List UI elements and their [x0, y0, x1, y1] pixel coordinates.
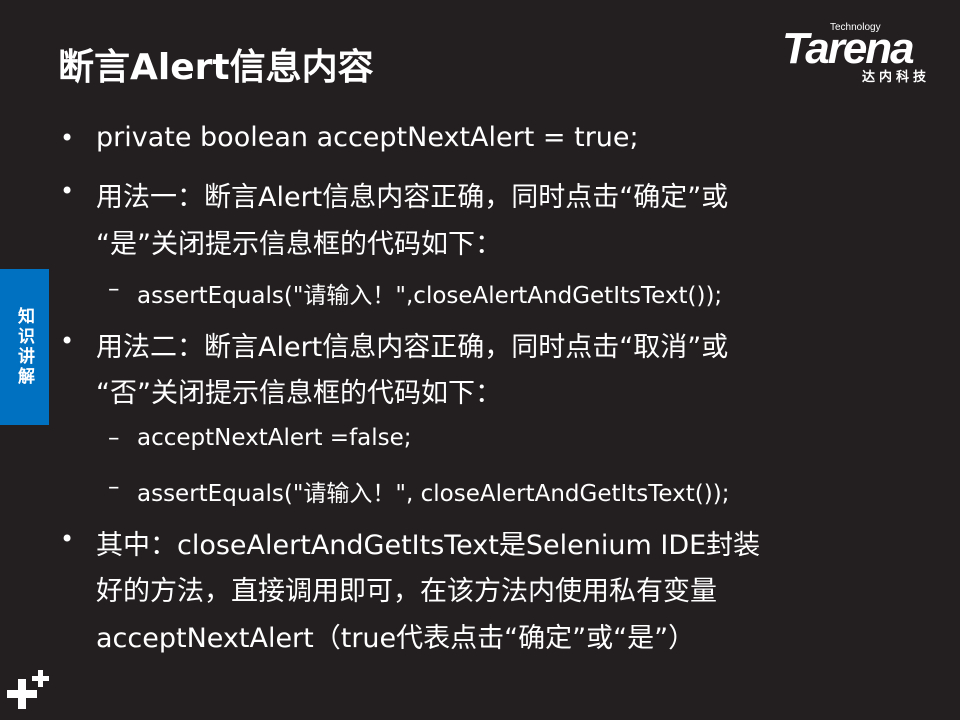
dash-icon: – [108, 474, 120, 500]
slide-title: 断言Alert信息内容 [58, 47, 374, 88]
logo-cn: 达内科技 [862, 70, 931, 85]
bullet-text: acceptNextAlert（true代表点击“确定”或“是”） [96, 623, 696, 654]
sub-bullet-text: assertEquals("请输入！",closeAlertAndGetItsT… [137, 283, 723, 309]
side-tab-knowledge: 知识讲解 [0, 269, 49, 425]
bullet-text: “否”关闭提示信息框的代码如下： [96, 378, 502, 409]
bullet-icon: • [60, 525, 75, 553]
dash-icon: – [108, 276, 120, 302]
tarena-logo: Tarena Technology 达内科技 [782, 20, 947, 85]
bullet-icon: • [60, 124, 75, 152]
plus-decoration-icon [7, 670, 49, 709]
logo-tagline: Technology [830, 22, 881, 33]
sub-bullet-text: assertEquals("请输入！", closeAlertAndGetIts… [137, 481, 730, 507]
dash-icon: – [108, 425, 120, 451]
bullet-icon: • [60, 327, 75, 355]
bullet-text: private boolean acceptNextAlert = true; [96, 122, 639, 153]
sub-bullet-text: acceptNextAlert =false; [137, 425, 412, 451]
bullet-text: 好的方法，直接调用即可，在该方法内使用私有变量 [96, 576, 717, 607]
bullet-icon: • [60, 177, 75, 205]
bullet-text: 其中：closeAlertAndGetItsText是Selenium IDE封… [96, 530, 761, 561]
bullet-text: 用法二：断言Alert信息内容正确，同时点击“取消”或 [96, 332, 729, 363]
bullet-text: 用法一：断言Alert信息内容正确，同时点击“确定”或 [96, 182, 729, 213]
bullet-text: “是”关闭提示信息框的代码如下： [96, 229, 502, 260]
side-tab-label: 知识讲解 [14, 307, 34, 387]
